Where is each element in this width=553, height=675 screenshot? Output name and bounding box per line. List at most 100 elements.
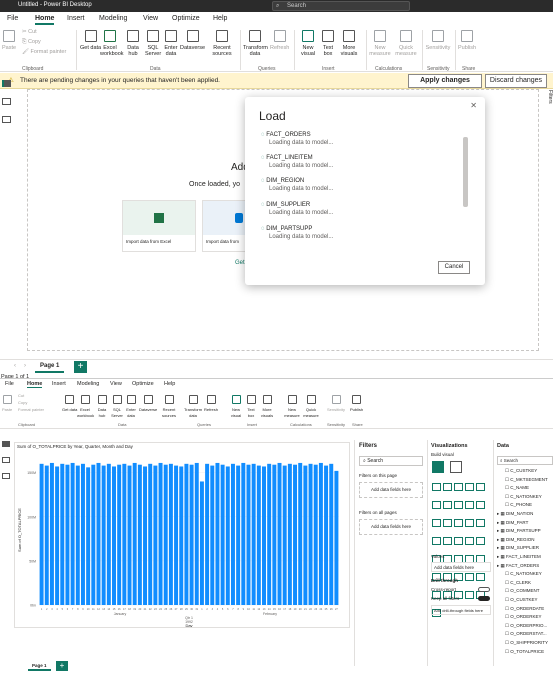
menu-insert[interactable]: Insert: [52, 381, 66, 387]
chevron-right-icon[interactable]: ›: [24, 363, 26, 369]
visual-type-icon[interactable]: [465, 537, 474, 545]
menu-home[interactable]: Home: [35, 15, 55, 25]
visual-type-icon[interactable]: [443, 537, 452, 545]
format-painter-button[interactable]: Format painter: [18, 407, 44, 413]
field-item[interactable]: ▸ ▦ DIM_REGION: [497, 537, 535, 543]
sensitivity-button[interactable]: Sensitivity: [425, 30, 451, 51]
visual-type-icon[interactable]: [476, 519, 485, 527]
recent-sources-button[interactable]: Recent sources: [160, 395, 178, 419]
field-item[interactable]: ▸ ▦ DIM_PARTSUPP: [497, 528, 541, 534]
filters-all-dropzone[interactable]: Add data fields here: [359, 519, 423, 535]
filters-search-input[interactable]: ⌕ Search: [359, 456, 423, 466]
publish-button[interactable]: Publish: [350, 395, 363, 413]
transform-data-button[interactable]: Transform data: [243, 30, 268, 57]
field-item[interactable]: ☐ O_COMMENT: [505, 588, 540, 594]
add-page-button[interactable]: +: [56, 661, 68, 671]
dataverse-button[interactable]: Dataverse: [139, 395, 157, 413]
field-item[interactable]: ☐ O_SHIPPRIORITY: [505, 640, 548, 646]
cancel-button[interactable]: Cancel: [438, 261, 470, 274]
chevron-left-icon[interactable]: ‹: [14, 363, 16, 369]
copy-button[interactable]: ⎘ Copy: [22, 39, 41, 45]
model-view-icon[interactable]: [2, 473, 10, 479]
page-tab-1[interactable]: Page 1: [35, 361, 65, 373]
menu-optimize[interactable]: Optimize: [132, 381, 154, 387]
menu-view[interactable]: View: [110, 381, 122, 387]
filters-page-dropzone[interactable]: Add data fields here: [359, 482, 423, 498]
field-item[interactable]: ☐ C_PHONE: [505, 502, 532, 508]
enter-data-button[interactable]: Enter data: [125, 395, 137, 419]
field-item[interactable]: ☐ O_TOTALPRICE: [505, 649, 544, 655]
column-chart-visual[interactable]: Sum of O_TOTALPRICE by Year, Quarter, Mo…: [14, 442, 350, 628]
data-search-input[interactable]: ⌕ Search: [497, 456, 553, 465]
enter-data-button[interactable]: Enter data: [163, 30, 179, 57]
table-view-icon[interactable]: [2, 98, 11, 105]
text-box-button[interactable]: Text box: [245, 395, 257, 419]
refresh-button[interactable]: Refresh: [270, 30, 289, 51]
cut-button[interactable]: ✂ Cut: [22, 29, 37, 35]
cut-button[interactable]: Cut: [18, 393, 24, 399]
field-item[interactable]: ▸ ▦ DIM_PART: [497, 520, 528, 526]
report-view-icon[interactable]: [2, 441, 10, 447]
new-measure-button[interactable]: New measure: [284, 395, 300, 419]
visual-type-icon[interactable]: [454, 501, 463, 509]
quick-measure-button[interactable]: Quick measure: [394, 30, 418, 57]
menu-help[interactable]: Help: [164, 381, 175, 387]
visual-type-icon[interactable]: [465, 591, 474, 599]
apply-changes-button[interactable]: Apply changes: [408, 74, 482, 88]
visual-type-icon[interactable]: [454, 483, 463, 491]
import-excel-card[interactable]: Import data from Excel: [122, 200, 196, 252]
menu-file[interactable]: File: [5, 381, 14, 387]
visual-type-icon[interactable]: [432, 501, 441, 509]
format-painter-button[interactable]: 🖌 Format painter: [22, 49, 66, 55]
dataverse-button[interactable]: Dataverse: [180, 30, 205, 51]
field-item[interactable]: ▸ ▦ FACT_ORDERS: [497, 563, 539, 569]
keep-filters-toggle[interactable]: [478, 596, 490, 601]
copy-button[interactable]: Copy: [18, 400, 27, 406]
get-data-button[interactable]: Get data: [80, 30, 101, 51]
cross-report-toggle[interactable]: [478, 587, 490, 592]
visual-type-icon[interactable]: [432, 483, 441, 491]
field-item[interactable]: ☐ O_ORDERPRIO...: [505, 623, 547, 629]
visual-type-icon[interactable]: [465, 501, 474, 509]
close-icon[interactable]: ✕: [470, 101, 477, 110]
format-visual-icon[interactable]: [450, 461, 463, 473]
visual-type-icon[interactable]: [476, 573, 485, 581]
menu-view[interactable]: View: [143, 15, 158, 22]
field-item[interactable]: ☐ C_CLERK: [505, 580, 531, 586]
transform-data-button[interactable]: Transform data: [184, 395, 202, 419]
sensitivity-button[interactable]: Sensitivity: [326, 395, 346, 413]
field-item[interactable]: ☐ O_ORDERDATE: [505, 606, 544, 612]
new-measure-button[interactable]: New measure: [369, 30, 391, 57]
visual-type-icon[interactable]: [443, 501, 452, 509]
field-item[interactable]: ☐ C_NATIONKEY: [505, 494, 542, 500]
field-item[interactable]: ☐ O_ORDERSTAT...: [505, 631, 547, 637]
more-visuals-button[interactable]: More visuals: [259, 395, 275, 419]
visual-type-icon[interactable]: [454, 519, 463, 527]
get-data-button[interactable]: Get data: [62, 395, 77, 413]
add-page-button[interactable]: +: [74, 361, 87, 373]
menu-file[interactable]: File: [7, 15, 18, 22]
menu-modeling[interactable]: Modeling: [99, 15, 127, 22]
menu-optimize[interactable]: Optimize: [172, 15, 200, 22]
visual-type-icon[interactable]: [465, 573, 474, 581]
visual-type-icon[interactable]: [476, 483, 485, 491]
field-item[interactable]: ☐ O_ORDERKEY: [505, 614, 542, 620]
paste-button[interactable]: Paste: [2, 395, 12, 413]
table-view-icon[interactable]: [2, 457, 10, 463]
text-box-button[interactable]: Text box: [320, 30, 336, 57]
visual-type-icon[interactable]: [443, 519, 452, 527]
visual-type-icon[interactable]: [454, 537, 463, 545]
refresh-button[interactable]: Refresh: [204, 395, 218, 413]
visual-type-icon[interactable]: [476, 501, 485, 509]
publish-button[interactable]: Publish: [458, 30, 476, 51]
visual-type-icon[interactable]: [443, 483, 452, 491]
data-hub-button[interactable]: Data hub: [95, 395, 109, 419]
discard-changes-button[interactable]: Discard changes: [485, 74, 547, 88]
field-item[interactable]: ☐ O_CUSTKEY: [505, 597, 538, 603]
model-view-icon[interactable]: [2, 116, 11, 123]
visual-type-icon[interactable]: [432, 519, 441, 527]
field-item[interactable]: ☐ C_NATIONKEY: [505, 571, 542, 577]
new-visual-button[interactable]: New visual: [229, 395, 243, 419]
report-view-icon[interactable]: [2, 80, 11, 87]
field-item[interactable]: ▸ ▦ FACT_LINEITEM: [497, 554, 541, 560]
